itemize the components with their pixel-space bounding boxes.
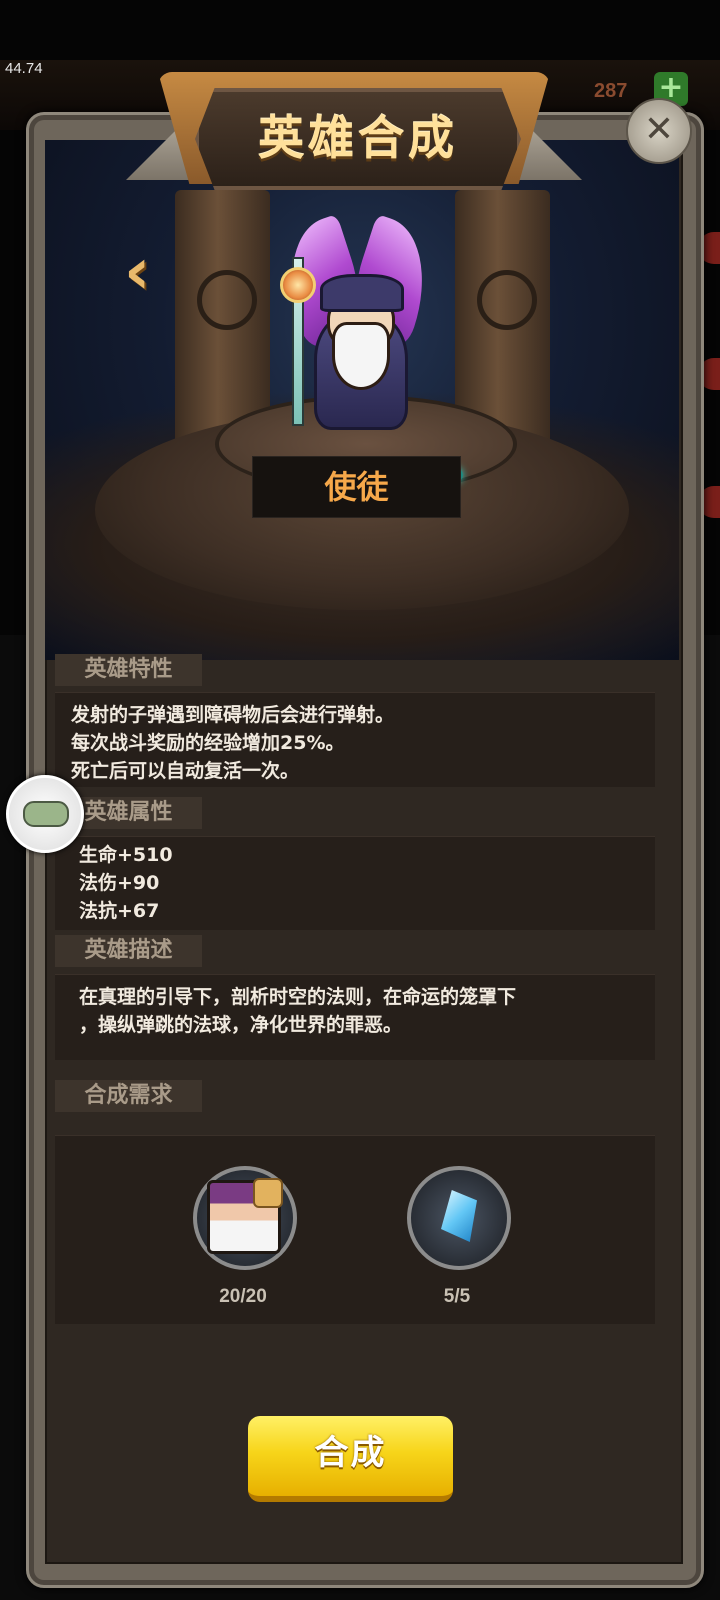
- staff-orb-icon: [280, 267, 316, 303]
- traits-box: 发射的子弹遇到障碍物后会进行弹射。 每次战斗奖励的经验增加25%。 死亡后可以自…: [55, 692, 655, 787]
- fps-counter: 44.74: [5, 60, 43, 77]
- requirement-count: 20/20: [219, 1286, 267, 1307]
- attribute-line: 生命+510: [79, 844, 173, 866]
- hero-hat: [320, 274, 404, 312]
- trait-line: 每次战斗奖励的经验增加25%。: [71, 732, 345, 754]
- description-line: ，操纵弹跳的法球，净化世界的罪恶。: [79, 1014, 403, 1036]
- requirements-box: [55, 1135, 655, 1324]
- floating-gamepad-button[interactable]: [6, 775, 84, 853]
- compose-button[interactable]: 合成: [248, 1416, 453, 1502]
- traits-label: 英雄特性: [55, 654, 202, 686]
- requirement-hero-fragment[interactable]: 20/20: [193, 1166, 297, 1308]
- description-label: 英雄描述: [55, 935, 202, 967]
- description-line: 在真理的引导下，剖析时空的法则，在命运的笼罩下: [79, 986, 517, 1008]
- trait-line: 死亡后可以自动复活一次。: [71, 760, 300, 782]
- requirement-crystal[interactable]: 5/5: [407, 1166, 511, 1308]
- hero-fragment-icon[interactable]: [193, 1166, 297, 1270]
- background-counter: 287: [594, 80, 628, 102]
- puzzle-piece-icon: [253, 1178, 283, 1208]
- trait-line: 发射的子弹遇到障碍物后会进行弹射。: [71, 704, 395, 726]
- previous-hero-chevron-icon[interactable]: ‹: [124, 240, 160, 308]
- attribute-line: 法伤+90: [79, 872, 160, 894]
- attribute-line: 法抗+67: [79, 900, 160, 922]
- requirements-label: 合成需求: [55, 1080, 202, 1112]
- blue-crystal-icon: [441, 1190, 477, 1242]
- hero-figure: [262, 214, 452, 437]
- gamepad-icon: [23, 801, 69, 827]
- attributes-box: 生命+510 法伤+90 法抗+67: [55, 836, 655, 930]
- hero-name: 使徒: [252, 456, 461, 518]
- description-box: 在真理的引导下，剖析时空的法则，在命运的笼罩下 ，操纵弹跳的法球，净化世界的罪恶…: [55, 974, 655, 1060]
- close-button[interactable]: ✕: [626, 98, 692, 164]
- page-title: 英雄合成: [195, 88, 521, 190]
- blue-crystal-slot[interactable]: [407, 1166, 511, 1270]
- hero-beard: [332, 322, 390, 390]
- requirement-count: 5/5: [443, 1286, 471, 1307]
